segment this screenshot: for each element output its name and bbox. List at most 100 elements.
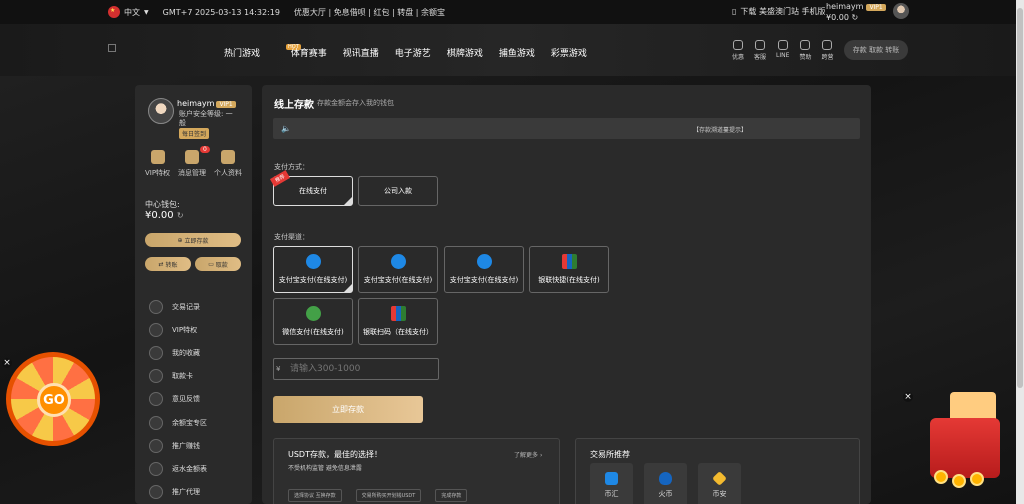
- sidebar-avatar[interactable]: [148, 98, 174, 124]
- close-wheel-icon[interactable]: ×: [2, 358, 12, 368]
- wallet-value: ¥0.00 ↻: [145, 210, 184, 221]
- daily-checkin-button[interactable]: 每日签到: [179, 128, 210, 139]
- top-user-info[interactable]: heimaym VIP1 ¥0.00 ↻: [826, 2, 886, 23]
- sidebar-item-transactions[interactable]: 交易记录: [149, 295, 207, 318]
- usdt-more-link[interactable]: 了解更多 ›: [514, 450, 542, 459]
- sidebar-item-vip[interactable]: VIP特权: [149, 318, 207, 341]
- usdt-step-2[interactable]: 交易所购买开划钱USDT: [355, 489, 422, 502]
- payment-method-online[interactable]: 推荐 在线支付: [269, 170, 353, 206]
- chevron-right-icon: ›: [539, 452, 543, 459]
- unionpay-icon: [390, 306, 406, 321]
- submit-deposit-button[interactable]: 立即存款: [273, 396, 423, 423]
- top-bar: 中文 ▼ GMT+7 2025-03-13 14:32:19 优惠大厅 | 免息…: [0, 0, 1016, 24]
- quick-links[interactable]: 优惠大厅 | 免息借呗 | 红包 | 转盘 | 余额宝: [294, 7, 445, 18]
- usdt-panel: USDT存款，最佳的选择！ 了解更多 › 不受机构监管 避免信息泄露 选择协议 …: [273, 438, 560, 504]
- crown-icon: [149, 322, 163, 337]
- transfer-icon: ⇄: [158, 260, 166, 268]
- exchange-tiles: 币汇 火币 币安: [590, 463, 741, 504]
- speaker-icon: 🔈: [281, 124, 291, 133]
- megaphone-icon: [149, 438, 163, 453]
- top-vip-badge: VIP1: [866, 4, 886, 11]
- wallet-label: 中心钱包:: [145, 200, 180, 209]
- bihui-icon: [605, 471, 618, 485]
- withdraw-icon: ▭: [208, 260, 216, 268]
- nav-item-slots[interactable]: 电子游艺: [395, 46, 431, 59]
- nav-sponsor[interactable]: 赞助: [799, 40, 811, 61]
- exchange-title: 交易所推荐: [590, 450, 630, 459]
- nav-venue[interactable]: 跨营: [821, 40, 833, 61]
- message-count-badge: 0: [200, 146, 210, 153]
- channel-unionpay-quick[interactable]: 银联快捷(在线支付): [529, 246, 609, 293]
- exchange-panel: 交易所推荐 币汇 火币 币安: [575, 438, 860, 504]
- nav-menu: 热门游戏HOT 体育赛事 视讯直播 电子游艺 棋牌游戏 捕鱼游戏 彩票游戏: [224, 44, 587, 59]
- recommend-ribbon: 推荐: [269, 170, 291, 187]
- sidebar-transfer-button[interactable]: ⇄ 转账: [145, 257, 191, 271]
- amount-input[interactable]: [273, 358, 439, 380]
- tile-vip[interactable]: VIP特权: [145, 150, 170, 178]
- nav-item-hot-games[interactable]: 热门游戏HOT: [224, 44, 301, 59]
- payment-method-company[interactable]: 公司入款: [358, 176, 438, 206]
- logo-image[interactable]: [108, 44, 116, 52]
- refresh-icon[interactable]: ↻: [177, 211, 184, 220]
- nav-promo[interactable]: 优惠: [732, 40, 744, 61]
- exchange-bihui[interactable]: 币汇: [590, 463, 633, 504]
- channel-wechat[interactable]: 微信支付(在线支付): [273, 298, 353, 345]
- exchange-huobi[interactable]: 火币: [644, 463, 687, 504]
- payment-method-label: 支付方式：: [274, 163, 309, 171]
- close-redpacket-icon[interactable]: ×: [903, 392, 913, 402]
- channel-unionpay-scan[interactable]: 银联扫码（在线支付）: [358, 298, 438, 345]
- refresh-icon[interactable]: ↻: [851, 13, 858, 22]
- red-packet-envelope: [930, 418, 1000, 478]
- exchange-binance[interactable]: 币安: [698, 463, 741, 504]
- deposit-icon: ⊕: [177, 236, 185, 244]
- document-icon: [149, 299, 163, 314]
- usdt-step-1[interactable]: 选择协议 互换存款: [288, 489, 342, 502]
- deposit-panel: 线上存款 存款金额会存入我的钱包 🔈 【存款溯道蔓提示】 支付方式： 推荐 在线…: [262, 85, 871, 504]
- channel-alipay-2[interactable]: 支付宝支付(在线支付): [358, 246, 438, 293]
- nav-line[interactable]: LINE: [776, 40, 789, 61]
- sidebar-item-favorites[interactable]: 我的收藏: [149, 341, 207, 364]
- channel-alipay-1[interactable]: 支付宝支付(在线支付): [273, 246, 353, 293]
- page-scrollbar[interactable]: [1016, 0, 1024, 504]
- tile-profile[interactable]: 个人资料: [214, 150, 242, 178]
- nav-item-cards[interactable]: 棋牌游戏: [447, 46, 483, 59]
- download-link[interactable]: ▯ 下载 美盛澳门站 手机版: [732, 6, 826, 17]
- deposit-withdraw-button[interactable]: 存款 取款 转账: [844, 40, 908, 60]
- tile-messages[interactable]: 0 消息管理: [178, 146, 210, 178]
- nav-item-sports[interactable]: 体育赛事: [291, 46, 327, 59]
- sidebar-item-cards[interactable]: 取款卡: [149, 365, 207, 388]
- unionpay-icon: [561, 254, 577, 269]
- channel-alipay-3[interactable]: 支付宝支付(在线支付): [444, 246, 524, 293]
- usdt-step-3[interactable]: 完成存款: [435, 489, 468, 502]
- selected-check-icon: [344, 284, 352, 292]
- avatar[interactable]: [893, 3, 909, 19]
- lucky-wheel-widget[interactable]: GO: [6, 352, 100, 446]
- notice-text: 【存款溯道蔓提示】: [693, 127, 748, 134]
- nav-item-lottery[interactable]: 彩票游戏: [551, 46, 587, 59]
- scrollbar-thumb[interactable]: [1017, 8, 1023, 388]
- nav-item-fishing[interactable]: 捕鱼游戏: [499, 46, 535, 59]
- sidebar-deposit-button[interactable]: ⊕ 立即存款: [145, 233, 241, 247]
- china-flag-icon[interactable]: [108, 6, 120, 18]
- language-selector[interactable]: 中文: [124, 7, 140, 18]
- page-subtitle: 存款金额会存入我的钱包: [317, 99, 394, 107]
- alipay-icon: [390, 254, 406, 269]
- sidebar-item-agent[interactable]: 推广代理: [149, 481, 207, 504]
- nav-item-live[interactable]: 视讯直播: [343, 46, 379, 59]
- top-balance: ¥0.00: [826, 13, 849, 22]
- card-icon: [149, 369, 163, 384]
- sidebar-item-rebate[interactable]: 返水金额表: [149, 457, 207, 480]
- sidebar-item-yuebao[interactable]: 余额宝专区: [149, 411, 207, 434]
- chart-icon: [149, 461, 163, 476]
- clock-time: GMT+7 2025-03-13 14:32:19: [162, 7, 280, 17]
- user-icon: [221, 150, 235, 164]
- sidebar-withdraw-button[interactable]: ▭ 取款: [195, 257, 241, 271]
- message-icon: [185, 150, 200, 164]
- nav-support[interactable]: 客服: [754, 40, 766, 61]
- sidebar-item-promote[interactable]: 推广赚钱: [149, 434, 207, 457]
- coin-icon: [952, 474, 966, 488]
- chevron-down-icon[interactable]: ▼: [144, 9, 149, 16]
- sidebar-item-feedback[interactable]: 意见反馈: [149, 388, 207, 411]
- wheel-go-button[interactable]: GO: [37, 383, 71, 417]
- red-packet-widget[interactable]: [930, 392, 1000, 490]
